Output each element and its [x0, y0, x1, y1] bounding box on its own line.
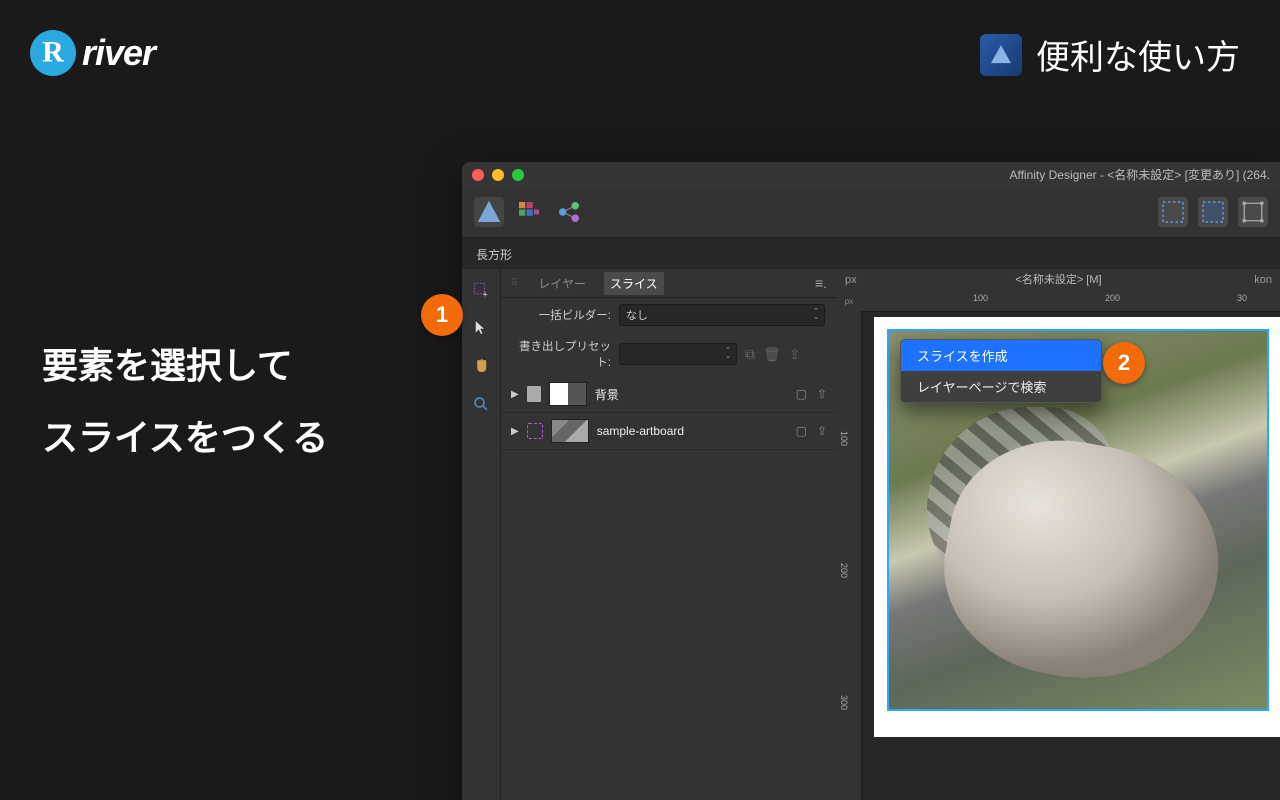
- preset-action-icons: ⧉ 🗑 ⇪: [745, 346, 801, 363]
- menu-create-slice[interactable]: スライスを作成: [901, 340, 1101, 371]
- ruler-tick: 200: [1105, 293, 1120, 303]
- minimize-window-button[interactable]: [492, 169, 504, 181]
- header-right: 便利な使い方: [980, 30, 1240, 79]
- batch-builder-value: なし: [626, 307, 648, 323]
- export-preset-dropdown[interactable]: [619, 343, 737, 365]
- cursor-icon: [472, 319, 490, 337]
- document-icon: [527, 386, 541, 402]
- zoom-tool[interactable]: [468, 391, 494, 417]
- brand-logo-mark: [30, 30, 76, 76]
- slice-thumbnail: [549, 382, 587, 406]
- ruler-horizontal[interactable]: 100 200 30: [861, 291, 1280, 312]
- callout-badge-2: 2: [1103, 342, 1145, 384]
- slice-tool[interactable]: +: [468, 277, 494, 303]
- panel-tabs: ⠿ レイヤー スライス ≡.: [501, 269, 837, 298]
- ruler-vertical[interactable]: 100 200 300: [837, 311, 862, 800]
- traffic-lights: [472, 169, 524, 181]
- ruler-tick: 200: [839, 563, 849, 578]
- ruler-corner: px: [837, 291, 861, 311]
- disclosure-triangle-icon[interactable]: ▶: [511, 426, 519, 437]
- slice-name: sample-artboard: [597, 424, 684, 438]
- slice-icon: [527, 423, 543, 439]
- ruler-tick: 100: [839, 431, 849, 446]
- designer-persona-button[interactable]: [474, 197, 504, 227]
- batch-builder-label: 一括ビルダー:: [513, 307, 611, 323]
- export-persona-icon: [554, 197, 584, 227]
- context-toolbar: 長方形: [462, 238, 1280, 271]
- slices-panel: ⠿ レイヤー スライス ≡. 一括ビルダー: なし 書き出しプリセット: ⧉ 🗑: [500, 269, 837, 800]
- context-menu: スライスを作成 レイヤーページで検索: [900, 339, 1102, 403]
- selection-grid-icon: [1198, 197, 1228, 227]
- window-titlebar[interactable]: Affinity Designer - <名称未設定> [変更あり] (264.: [462, 162, 1280, 187]
- callout-badge-1: 1: [421, 294, 463, 336]
- brand-logo: river: [30, 30, 155, 76]
- slice-row-artboard[interactable]: ▶ sample-artboard ▢ ⇧: [501, 413, 837, 450]
- menu-find-in-layers[interactable]: レイヤーページで検索: [901, 371, 1101, 402]
- slide-caption: 要素を選択して スライスをつくる: [42, 330, 328, 474]
- designer-persona-icon: [474, 197, 504, 227]
- main-area: + ⠿ レイヤー スライス ≡. 一括ビルダー: なし: [462, 269, 1280, 800]
- ruler-tick: 100: [973, 293, 988, 303]
- ruler-tick: 30: [1237, 293, 1247, 303]
- window-title: Affinity Designer - <名称未設定> [変更あり] (264.: [1009, 166, 1270, 183]
- document-tab[interactable]: px <名称未設定> [M] kon: [837, 269, 1280, 292]
- pixel-persona-button[interactable]: [514, 197, 544, 227]
- selection-mode-button-2[interactable]: [1198, 197, 1228, 227]
- brand-logo-text: river: [82, 32, 155, 74]
- caption-line-2: スライスをつくる: [42, 402, 328, 474]
- disclosure-triangle-icon[interactable]: ▶: [511, 389, 519, 400]
- share-icon[interactable]: ⇧: [817, 424, 827, 438]
- maximize-window-button[interactable]: [512, 169, 524, 181]
- doc-tab-unit: px: [845, 269, 857, 291]
- trash-icon[interactable]: 🗑: [763, 346, 781, 363]
- hand-icon: [472, 357, 490, 375]
- doc-tab-title: <名称未設定> [M]: [1015, 274, 1101, 286]
- svg-text:+: +: [483, 290, 488, 300]
- checkbox-icon[interactable]: ▢: [796, 424, 807, 438]
- pixel-persona-icon: [514, 197, 544, 227]
- tab-slices[interactable]: スライス: [604, 272, 664, 295]
- copy-icon[interactable]: ⧉: [745, 346, 755, 363]
- panel-drag-handle-icon[interactable]: ⠿: [511, 278, 516, 289]
- caption-line-1: 要素を選択して: [42, 330, 328, 402]
- selection-mode-button-1[interactable]: [1158, 197, 1188, 227]
- panel-menu-icon[interactable]: ≡.: [815, 275, 827, 291]
- slice-name: 背景: [595, 386, 619, 403]
- batch-builder-dropdown[interactable]: なし: [619, 304, 825, 326]
- doc-tab-extra: kon: [1254, 269, 1272, 291]
- app-window: Affinity Designer - <名称未設定> [変更あり] (264.: [462, 162, 1280, 800]
- ruler-tick: 300: [839, 695, 849, 710]
- selection-bounds-icon: [1238, 197, 1268, 227]
- tab-layers[interactable]: レイヤー: [532, 272, 592, 295]
- move-tool[interactable]: [468, 315, 494, 341]
- header-right-text: 便利な使い方: [1036, 30, 1240, 79]
- hand-tool[interactable]: [468, 353, 494, 379]
- export-icon[interactable]: ⇪: [789, 346, 801, 363]
- share-icon[interactable]: ⇧: [817, 387, 827, 401]
- tools-panel: +: [462, 269, 500, 800]
- export-preset-label: 書き出しプリセット:: [513, 338, 611, 370]
- main-toolbar: [462, 187, 1280, 238]
- affinity-designer-icon: [980, 34, 1022, 76]
- slice-tool-icon: +: [472, 281, 490, 299]
- slice-row-background[interactable]: ▶ 背景 ▢ ⇧: [501, 376, 837, 413]
- selection-dashed-icon: [1158, 197, 1188, 227]
- magnifier-icon: [472, 395, 490, 413]
- context-shape-label: 長方形: [476, 246, 512, 263]
- slice-thumbnail: [551, 419, 589, 443]
- checkbox-icon[interactable]: ▢: [796, 387, 807, 401]
- close-window-button[interactable]: [472, 169, 484, 181]
- batch-builder-row: 一括ビルダー: なし: [501, 298, 837, 332]
- export-persona-button[interactable]: [554, 197, 584, 227]
- export-preset-row: 書き出しプリセット: ⧉ 🗑 ⇪: [501, 332, 837, 376]
- selection-mode-button-3[interactable]: [1238, 197, 1268, 227]
- canvas-area[interactable]: px <名称未設定> [M] kon px 100 200 30 100 200…: [837, 269, 1280, 800]
